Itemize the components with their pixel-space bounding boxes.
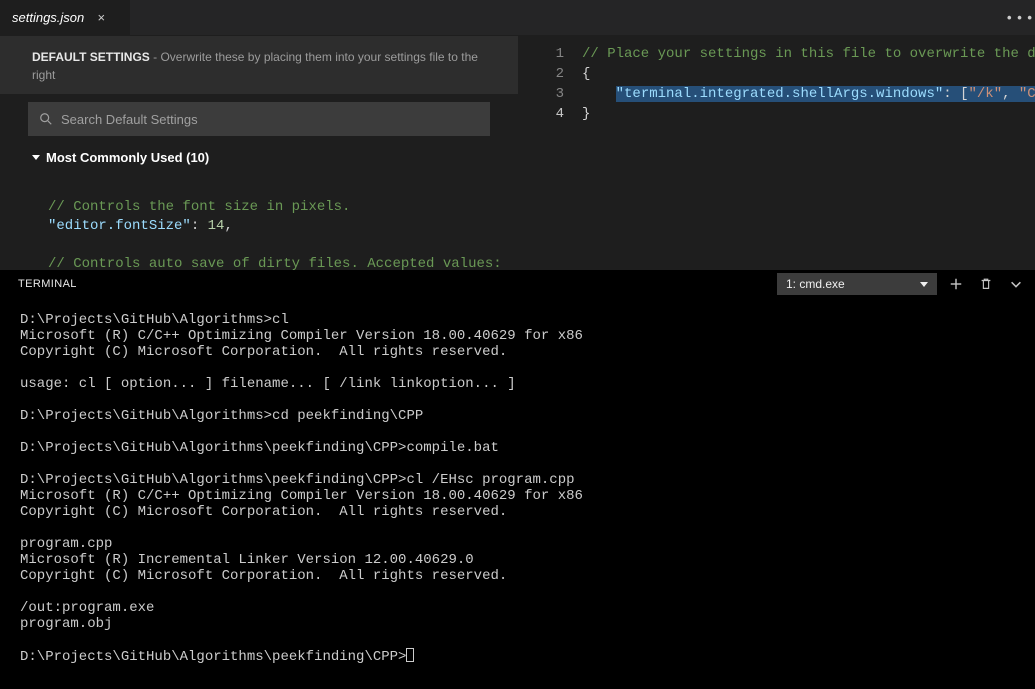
section-title: Most Commonly Used (10)	[46, 150, 209, 165]
tab-group: settings.json ×	[0, 0, 130, 35]
default-settings-pane: DEFAULT SETTINGS - Overwrite these by pl…	[0, 36, 518, 270]
default-settings-title: DEFAULT SETTINGS	[32, 50, 150, 64]
terminal-cursor	[406, 648, 414, 662]
user-settings-editor[interactable]: 1 2 3 4 // Place your settings in this f…	[518, 36, 1035, 270]
code-comment: // Controls auto save of dirty files. Ac…	[48, 256, 502, 270]
code-punc: ,	[224, 218, 232, 234]
code-key: "terminal.integrated.shellArgs.windows"	[616, 86, 944, 102]
line-number-gutter: 1 2 3 4	[518, 36, 582, 270]
terminal-select[interactable]: 1: cmd.exe	[777, 273, 937, 295]
overflow-menu-button[interactable]: • • •	[1005, 0, 1035, 35]
close-icon[interactable]: ×	[92, 10, 110, 25]
search-placeholder: Search Default Settings	[61, 112, 198, 127]
chevron-down-icon	[32, 155, 40, 160]
tab-bar: settings.json × • • •	[0, 0, 1035, 35]
line-number: 3	[518, 84, 564, 104]
kill-terminal-button[interactable]	[975, 273, 997, 295]
chevron-down-icon	[1009, 277, 1023, 291]
code-string: "C:\\P	[1019, 86, 1035, 102]
tab-title: settings.json	[12, 10, 84, 25]
search-input[interactable]: Search Default Settings	[28, 102, 490, 136]
code-key: "editor.fontSize"	[48, 218, 191, 234]
section-most-common[interactable]: Most Commonly Used (10)	[0, 146, 518, 171]
editor-content[interactable]: // Place your settings in this file to o…	[582, 36, 1035, 270]
ellipsis-icon: • • •	[1007, 10, 1033, 25]
editor-split: DEFAULT SETTINGS - Overwrite these by pl…	[0, 35, 1035, 270]
panel-actions: 1: cmd.exe	[777, 273, 1027, 295]
code-string: "/k"	[968, 86, 1002, 102]
terminal-panel: TERMINAL 1: cmd.exe D:\Projects\GitHub\A…	[0, 270, 1035, 689]
chevron-down-icon	[920, 282, 928, 287]
search-wrap: Search Default Settings	[0, 94, 518, 146]
code-punc: :	[943, 86, 960, 102]
code-punc: :	[191, 218, 208, 234]
panel-title: TERMINAL	[18, 278, 77, 290]
code-number: 14	[208, 218, 225, 234]
panel-title-bar: TERMINAL 1: cmd.exe	[0, 270, 1035, 298]
line-number: 4	[518, 104, 564, 124]
terminal-output[interactable]: D:\Projects\GitHub\Algorithms>cl Microso…	[0, 298, 1035, 689]
code-comment: // Place your settings in this file to o…	[582, 46, 1035, 62]
line-number: 1	[518, 44, 564, 64]
default-settings-header: DEFAULT SETTINGS - Overwrite these by pl…	[0, 36, 518, 94]
code-punc: }	[582, 106, 590, 122]
trash-icon	[979, 277, 993, 291]
search-icon	[39, 112, 53, 126]
code-comment: // Controls the font size in pixels.	[48, 199, 350, 215]
code-punc: ,	[1002, 86, 1019, 102]
new-terminal-button[interactable]	[945, 273, 967, 295]
plus-icon	[949, 277, 963, 291]
line-number: 2	[518, 64, 564, 84]
hide-panel-button[interactable]	[1005, 273, 1027, 295]
terminal-select-label: 1: cmd.exe	[786, 277, 845, 291]
tab-settings-json[interactable]: settings.json ×	[0, 0, 130, 35]
default-settings-code[interactable]: // Controls the font size in pixels. "ed…	[0, 171, 518, 270]
code-punc: {	[582, 66, 590, 82]
